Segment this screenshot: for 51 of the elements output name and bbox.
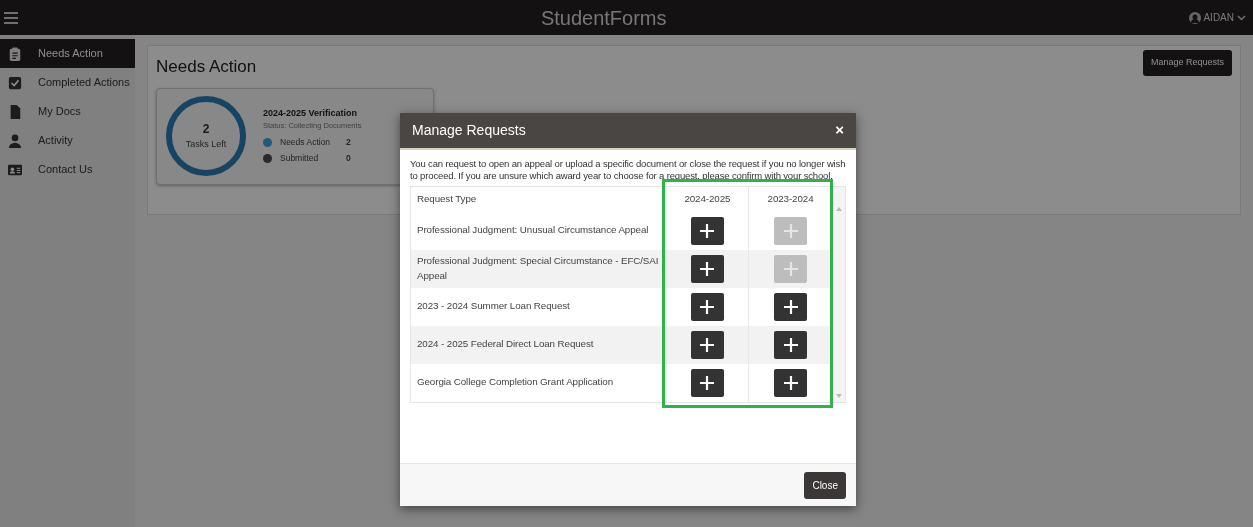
request-type-cell: Professional Judgment: Special Circumstance - EFC/SAI Appeal [411, 249, 667, 288]
add-button[interactable] [774, 368, 807, 397]
task-count-label: Tasks Left [185, 138, 227, 152]
add-button[interactable] [690, 216, 724, 245]
request-type-cell: 2024 - 2025 Federal Direct Loan Request [411, 325, 667, 364]
task-count: 2 [202, 121, 210, 139]
clipboard-icon [8, 45, 22, 62]
page-heading: Needs Action [156, 56, 257, 78]
request-type-cell: 2023 - 2024 Summer Loan Request [411, 287, 667, 326]
close-button[interactable]: Close [804, 471, 846, 499]
legend-label: Submitted [280, 152, 320, 166]
plus-icon [783, 299, 798, 314]
dialog-title: Manage Requests [412, 121, 526, 140]
plus-icon [700, 375, 715, 390]
plus-icon [783, 261, 798, 276]
plus-icon [700, 337, 715, 352]
plus-icon [783, 337, 798, 352]
close-button[interactable]: × [835, 119, 844, 142]
plus-icon [700, 223, 715, 238]
checkbox-icon [8, 74, 22, 91]
request-type-cell: Professional Judgment: Unusual Circumstance Appeal [411, 211, 667, 250]
legend-label: Needs Action [280, 135, 332, 149]
user-name[interactable]: AIDAN [1203, 10, 1234, 25]
add-button[interactable] [690, 330, 724, 359]
column-header: 2024-2025 [666, 186, 749, 212]
legend-value: 0 [346, 152, 351, 166]
add-button[interactable] [774, 330, 807, 359]
add-button[interactable] [690, 292, 724, 321]
menu-icon[interactable] [4, 10, 18, 25]
plus-icon [700, 299, 715, 314]
app-title: StudentForms [540, 6, 667, 29]
person-icon [8, 132, 22, 149]
column-header: Request Type [411, 186, 667, 212]
sidebar-item[interactable]: Needs Action [0, 39, 135, 68]
add-button[interactable] [690, 254, 724, 283]
manage-requests-button[interactable]: Manage Requests [1142, 50, 1232, 76]
sidebar-item[interactable]: My Docs [0, 97, 135, 126]
chevron-down-icon[interactable] [1237, 14, 1246, 21]
card-title: 2024-2025 Verification [263, 106, 359, 120]
sidebar-item[interactable]: Completed Actions [0, 68, 135, 97]
add-button[interactable] [690, 368, 724, 397]
plus-icon [783, 375, 798, 390]
request-type-cell: Georgia College Completion Grant Application [411, 363, 667, 402]
sidebar-item[interactable]: Contact Us [0, 155, 135, 184]
plus-icon [700, 261, 715, 276]
plus-icon [783, 223, 798, 238]
user-icon [1189, 11, 1202, 24]
legend-value: 2 [346, 135, 351, 149]
add-button[interactable] [774, 292, 807, 321]
sidebar-item[interactable]: Activity [0, 126, 135, 155]
document-icon [8, 103, 22, 120]
